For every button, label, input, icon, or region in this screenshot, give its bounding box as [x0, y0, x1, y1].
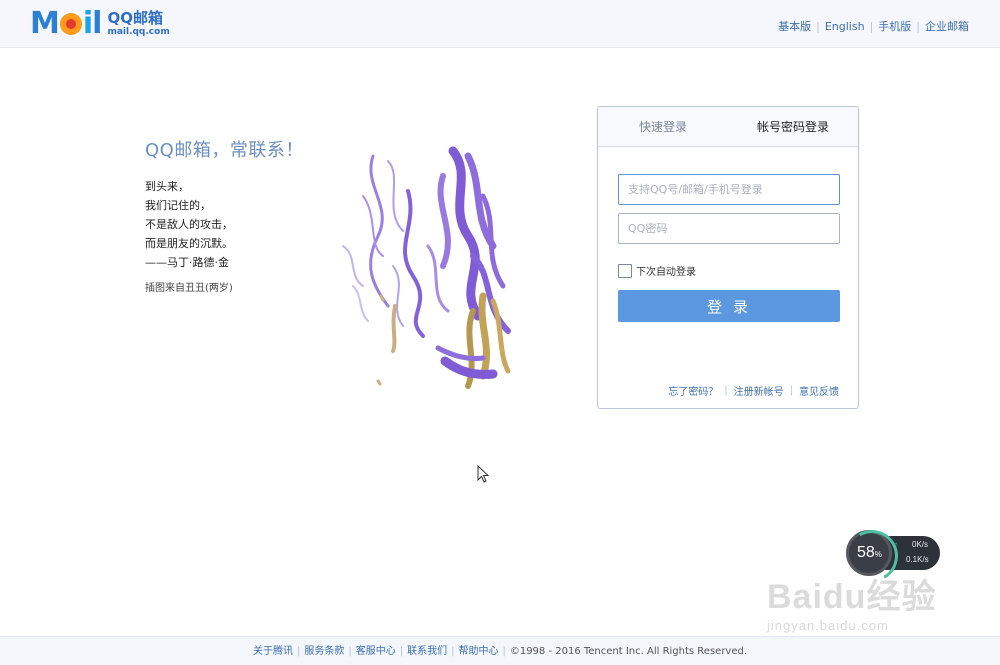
upload-speed-unit: K/s	[916, 540, 929, 549]
watermark-url: jingyan.baidu.com	[767, 618, 889, 633]
footer-link-contact[interactable]: 联系我们	[407, 646, 447, 657]
poem-line: 我们记住的，	[145, 199, 211, 212]
intro-title: QQ邮箱，常联系！	[145, 140, 304, 161]
feedback-link[interactable]: 意见反馈	[799, 383, 839, 398]
link-separator: |	[296, 646, 301, 657]
poem-line: 而是朋友的沉默。	[145, 237, 233, 250]
download-speed-unit: K/s	[917, 555, 929, 564]
top-header: Mail QQ邮箱 mail.qq.com 基本版 | English | 手机…	[0, 0, 1000, 48]
link-separator: |	[348, 646, 352, 657]
footer-link-support[interactable]: 客服中心	[356, 646, 396, 657]
logo-circle-icon	[59, 13, 82, 35]
remember-label: 下次自动登录	[636, 267, 696, 278]
link-separator: |	[502, 646, 506, 657]
copyright: ©1998 - 2016 Tencent Inc. All Rights Res…	[509, 646, 748, 657]
link-basic-version[interactable]: 基本版	[778, 18, 811, 34]
intro-section: QQ邮箱，常联系！ 到头来， 我们记住的， 不是敌人的攻击， 而是朋友的沉默。 …	[145, 136, 304, 294]
mouse-cursor-icon	[477, 465, 489, 483]
logo-mail-wordmark: Mail	[30, 6, 102, 41]
footer-link-about[interactable]: 关于腾讯	[253, 646, 293, 657]
link-separator: |	[451, 646, 455, 657]
poem-line: 到头来，	[145, 180, 189, 193]
password-input[interactable]	[618, 213, 840, 244]
usage-percent-value: 58	[857, 544, 875, 561]
usage-circle: 58%	[846, 530, 892, 576]
register-link[interactable]: 注册新帐号	[734, 383, 784, 398]
download-speed: ↓ 0.1K/s	[894, 555, 929, 564]
login-button[interactable]: 登 录	[618, 290, 840, 322]
tab-account-password-login[interactable]: 帐号密码登录	[728, 107, 858, 146]
qq-mail-logo[interactable]: Mail QQ邮箱 mail.qq.com	[30, 8, 170, 40]
logo-cn-name: QQ邮箱	[107, 9, 163, 27]
top-links: 基本版 | English | 手机版 | 企业邮箱	[778, 18, 969, 34]
footer-link-help[interactable]: 帮助中心	[458, 646, 498, 657]
login-tabs: 快速登录 帐号密码登录	[598, 107, 858, 147]
logo-letter-i: i	[82, 6, 93, 41]
tab-quick-login[interactable]: 快速登录	[598, 107, 728, 146]
child-painting-illustration	[342, 146, 511, 389]
poem: 到头来， 我们记住的， 不是敌人的攻击， 而是朋友的沉默。 ——马丁·路德·金	[145, 177, 304, 272]
poem-line: ——马丁·路德·金	[145, 256, 229, 269]
usage-percent-unit: %	[874, 550, 882, 559]
upload-speed: ↑ 0K/s	[894, 540, 928, 549]
link-english[interactable]: English	[825, 20, 865, 33]
link-separator: |	[816, 19, 820, 33]
forgot-password-link[interactable]: 忘了密码？	[668, 383, 718, 398]
usage-percent: 58%	[857, 544, 882, 562]
upload-arrow-icon: ↑	[894, 540, 898, 549]
link-separator: |	[399, 646, 404, 657]
baidu-jingyan-watermark: Baidu经验 jingyan.baidu.com	[767, 578, 947, 640]
download-arrow-icon: ↓	[894, 555, 898, 564]
remember-me[interactable]: 下次自动登录	[618, 263, 696, 278]
account-input[interactable]	[618, 174, 840, 205]
link-separator: |	[916, 19, 920, 33]
illustration-credit: 插图来自丑丑(两岁)	[145, 283, 233, 294]
link-enterprise-mail[interactable]: 企业邮箱	[925, 18, 969, 34]
logo-url: mail.qq.com	[107, 27, 170, 37]
page-footer: 关于腾讯 | 服务条款 | 客服中心 | 联系我们 | 帮助中心 | ©1998 - 2016 Te…	[0, 636, 1000, 665]
link-mobile-version[interactable]: 手机版	[878, 18, 911, 34]
remember-checkbox[interactable]	[618, 263, 632, 278]
link-separator: |	[869, 19, 874, 33]
footer-link-terms[interactable]: 服务条款	[304, 646, 344, 657]
download-speed-value: 0.1	[906, 555, 918, 564]
login-panel: 快速登录 帐号密码登录 下次自动登录 登 录 忘了密码？ | 注册新帐号 | 意…	[597, 106, 859, 409]
logo-letter-m: M	[30, 6, 60, 41]
poem-line: 不是敌人的攻击，	[145, 218, 233, 231]
link-separator: |	[789, 385, 793, 396]
link-separator: |	[724, 385, 728, 396]
login-links: 忘了密码？ | 注册新帐号 | 意见反馈	[668, 383, 839, 398]
network-speed-widget[interactable]: 58% ↑ 0K/s ↓ 0.1K/s	[846, 530, 942, 576]
watermark-brand: Baidu经验	[767, 578, 937, 616]
logo-letter-l: l	[92, 6, 102, 41]
logo-text: QQ邮箱 mail.qq.com	[107, 11, 169, 37]
